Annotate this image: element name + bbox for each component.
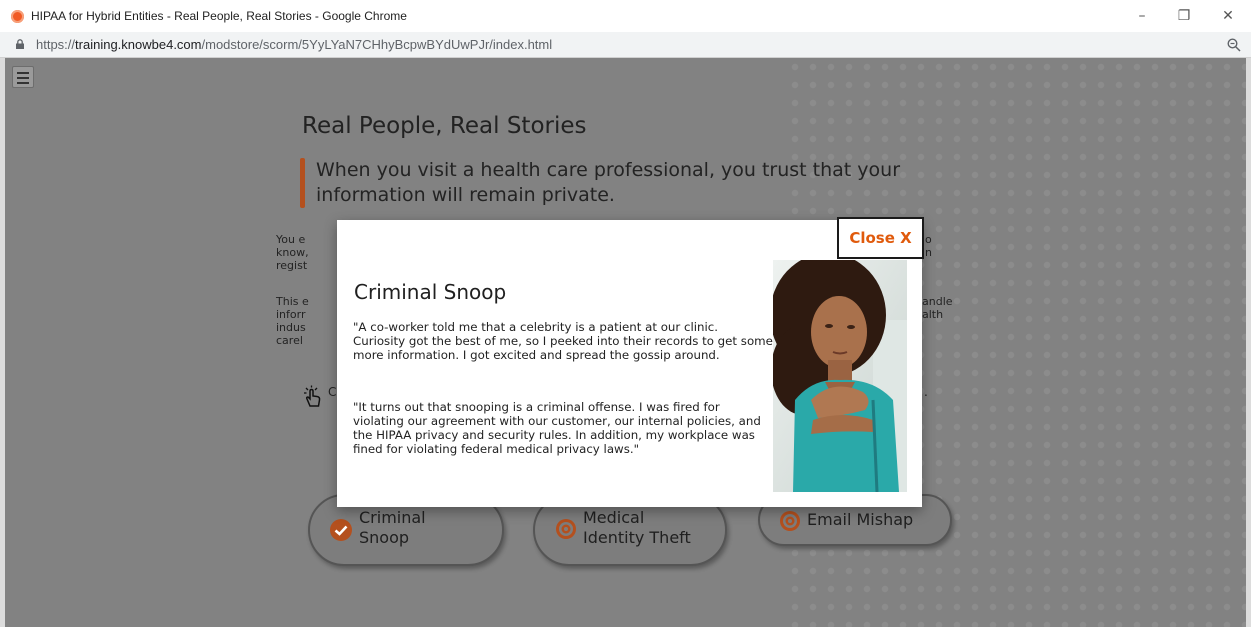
bg-text-fragment: alth (922, 308, 944, 321)
target-icon (556, 519, 576, 539)
bg-text-fragment: n (925, 246, 932, 259)
page-heading: Real People, Real Stories (302, 113, 587, 139)
zoom-icon[interactable] (1226, 37, 1242, 53)
url-path: /modstore/scorm/5YyLYaN7CHhyBcpwBYdUwPJr… (201, 37, 553, 52)
bg-instruction-fragment: . (924, 385, 928, 399)
checkmark-icon (330, 519, 352, 541)
minimize-button[interactable]: – (1128, 5, 1156, 27)
modal-title: Criminal Snoop (354, 280, 507, 304)
url-scheme: https:// (36, 37, 76, 52)
close-modal-button[interactable]: Close X (837, 217, 924, 259)
choice-label: Email Mishap (807, 510, 914, 529)
choice-label: Criminal (359, 508, 426, 527)
window-title: HIPAA for Hybrid Entities - Real People,… (31, 9, 407, 23)
bg-text-fragment: o (925, 233, 932, 246)
address-bar[interactable]: https://training.knowbe4.com/modstore/sc… (0, 32, 1251, 58)
bg-text-fragment: regist (276, 259, 308, 272)
restore-button[interactable]: ❐ (1170, 5, 1198, 27)
bg-text-fragment: carel (276, 334, 303, 347)
modal-paragraph: "A co-worker told me that a celebrity is… (353, 320, 773, 362)
window-close-button[interactable]: ✕ (1214, 5, 1242, 27)
bg-instruction-fragment: C (328, 385, 337, 399)
bg-text-fragment: know, (276, 246, 309, 259)
browser-title-bar: HIPAA for Hybrid Entities - Real People,… (0, 0, 1251, 32)
page-quote: When you visit a health care professiona… (316, 159, 901, 206)
url-host: training.knowbe4.com (75, 37, 202, 52)
choice-label: Identity Theft (583, 528, 691, 547)
target-icon (780, 511, 800, 531)
bg-text-fragment: This e (276, 295, 309, 308)
lock-icon (16, 39, 24, 49)
menu-icon[interactable] (12, 66, 34, 88)
bg-text-fragment: andle (922, 295, 953, 308)
choice-label: Snoop (359, 528, 410, 547)
url-text[interactable]: https://training.knowbe4.com/modstore/sc… (36, 37, 552, 52)
modal-paragraph: "It turns out that snooping is a crimina… (353, 400, 761, 456)
quote-accent-bar (300, 158, 305, 208)
favicon-icon (11, 10, 24, 23)
hand-pointer-icon (304, 385, 321, 407)
bg-text-fragment: inforr (276, 308, 306, 321)
nurse-portrait-image (773, 260, 907, 492)
story-modal: Close X Criminal Snoop "A co-worker told… (337, 217, 924, 507)
bg-text-fragment: You e (276, 233, 306, 246)
choice-label: Medical (583, 508, 645, 527)
bg-text-fragment: indus (276, 321, 306, 334)
